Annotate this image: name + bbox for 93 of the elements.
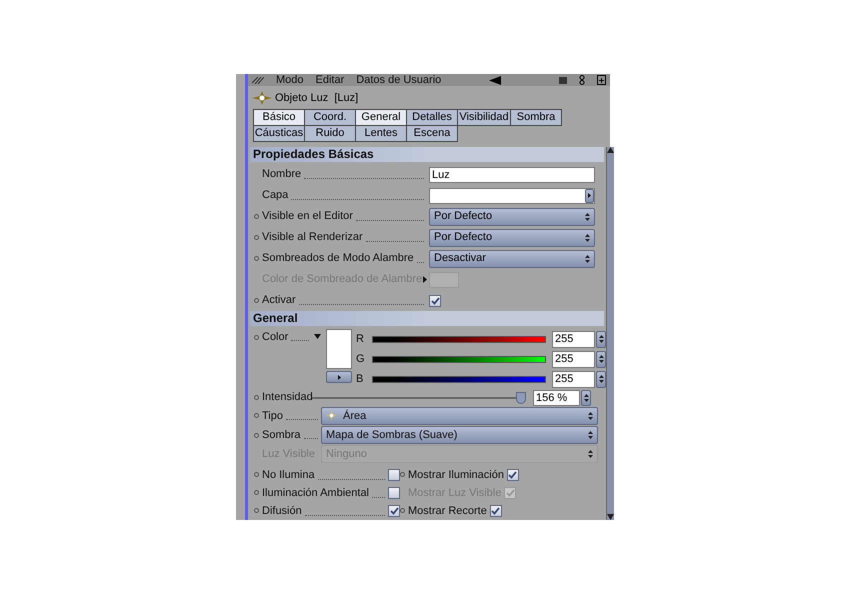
tab[interactable]: Coord. (304, 109, 356, 126)
leader-line (291, 340, 309, 341)
check-icon (430, 296, 440, 304)
layer-field[interactable] (429, 188, 595, 204)
property-label: Iluminación Ambiental (262, 486, 370, 501)
checkbox[interactable] (506, 468, 519, 481)
up-down-arrows-icon (598, 355, 604, 363)
up-down-arrows-icon (588, 450, 593, 458)
value-field[interactable]: 156 % (533, 390, 580, 406)
channel-label: R (356, 332, 365, 347)
property-label: No Ilumina (262, 468, 315, 483)
section-header: Propiedades Básicas (250, 147, 604, 162)
plus-icon[interactable] (597, 75, 606, 85)
spinner-button[interactable] (596, 350, 606, 368)
menu-item[interactable]: Datos de Usuario (356, 72, 442, 88)
object-title: Objeto Luz [Luz] (275, 90, 358, 106)
property-label: Sombra (262, 428, 301, 443)
dropdown-triangle-icon[interactable] (314, 334, 321, 339)
property-label: Activar (262, 293, 296, 308)
leader-line (318, 478, 385, 480)
value-field[interactable]: 255 (552, 330, 595, 348)
checkbox[interactable] (429, 294, 441, 306)
scroll-up-icon[interactable] (607, 147, 614, 153)
slider-thumb[interactable] (516, 392, 526, 404)
section-header: General (250, 311, 604, 326)
channel-label: G (356, 352, 366, 367)
property-label: Mostrar Iluminación (408, 468, 504, 483)
dropdown-value: Mapa de Sombras (Suave) (326, 428, 458, 443)
tab[interactable]: Lentes (355, 125, 407, 142)
spinner-button[interactable] (596, 330, 606, 348)
up-down-arrows-icon (584, 394, 588, 402)
back-arrow-icon[interactable] (489, 76, 501, 84)
property-label: Sombreados de Modo Alambre (262, 251, 414, 266)
property-label: Nombre (262, 167, 302, 182)
property-label: Visible al Renderizar (262, 230, 363, 246)
scroll-down-icon[interactable] (607, 514, 614, 520)
light-icon (252, 91, 272, 105)
spinner-button[interactable] (581, 390, 591, 406)
light-icon (326, 410, 337, 422)
value-field[interactable]: 255 (552, 350, 595, 368)
menu-item[interactable]: Modo (276, 72, 304, 88)
grip-icon (252, 76, 264, 84)
triangle-icon (338, 374, 340, 380)
scrollbar[interactable] (606, 147, 614, 520)
triangle-icon (588, 193, 591, 198)
tab[interactable]: Escena (406, 125, 458, 142)
arrow-button[interactable] (585, 188, 594, 202)
check-icon (390, 506, 398, 515)
checkbox[interactable] (388, 468, 400, 481)
property-label: Capa (262, 188, 288, 204)
tab[interactable]: Ruido (304, 125, 356, 142)
checkbox[interactable] (388, 486, 400, 499)
up-down-arrows-icon (598, 335, 604, 343)
property-label: Visible en el Editor (262, 209, 353, 224)
name-field[interactable]: Luz (429, 166, 595, 182)
dropdown[interactable]: Desactivar (429, 250, 595, 268)
triangle-icon (423, 276, 427, 283)
checkbox[interactable] (490, 504, 502, 517)
up-down-arrows-icon (588, 412, 593, 420)
leader-line (286, 419, 318, 420)
tab[interactable]: General (355, 109, 407, 126)
color-preview (326, 329, 352, 369)
arrow-button[interactable] (326, 371, 352, 383)
up-down-arrows-icon (585, 254, 590, 262)
property-label: Color (262, 330, 288, 345)
property-label: Difusión (262, 504, 302, 519)
property-label: Intensidad (262, 390, 313, 406)
dropdown[interactable]: Por Defecto (429, 208, 595, 226)
up-down-arrows-icon (588, 431, 593, 440)
dropdown[interactable]: Área (321, 406, 598, 425)
property-label: Tipo (262, 408, 283, 424)
up-down-arrows-icon (585, 234, 590, 242)
leader-line (304, 438, 318, 440)
tab[interactable]: Básico (253, 109, 305, 126)
dropdown[interactable]: Mapa de Sombras (Suave) (321, 426, 598, 444)
tab[interactable]: Sombra (510, 109, 562, 126)
checkbox[interactable] (388, 504, 400, 517)
property-label: Mostrar Recorte (408, 504, 487, 519)
spinner-button[interactable] (596, 370, 606, 388)
up-down-arrows-icon (598, 375, 604, 383)
dropdown[interactable]: Por Defecto (429, 228, 595, 246)
tab[interactable]: Cáusticas (253, 125, 305, 142)
tab[interactable]: Detalles (406, 109, 458, 126)
leader-line (372, 496, 385, 498)
leader-line (366, 240, 424, 242)
dropdown-value: Área (343, 408, 368, 424)
channel-label: B (356, 372, 364, 387)
leader-line (416, 262, 424, 263)
tab[interactable]: Visibilidad (457, 109, 511, 126)
leader-line (356, 220, 424, 221)
up-down-arrows-icon (585, 212, 590, 220)
value-field[interactable]: 255 (552, 370, 595, 388)
menu-item[interactable]: Editar (316, 72, 344, 88)
